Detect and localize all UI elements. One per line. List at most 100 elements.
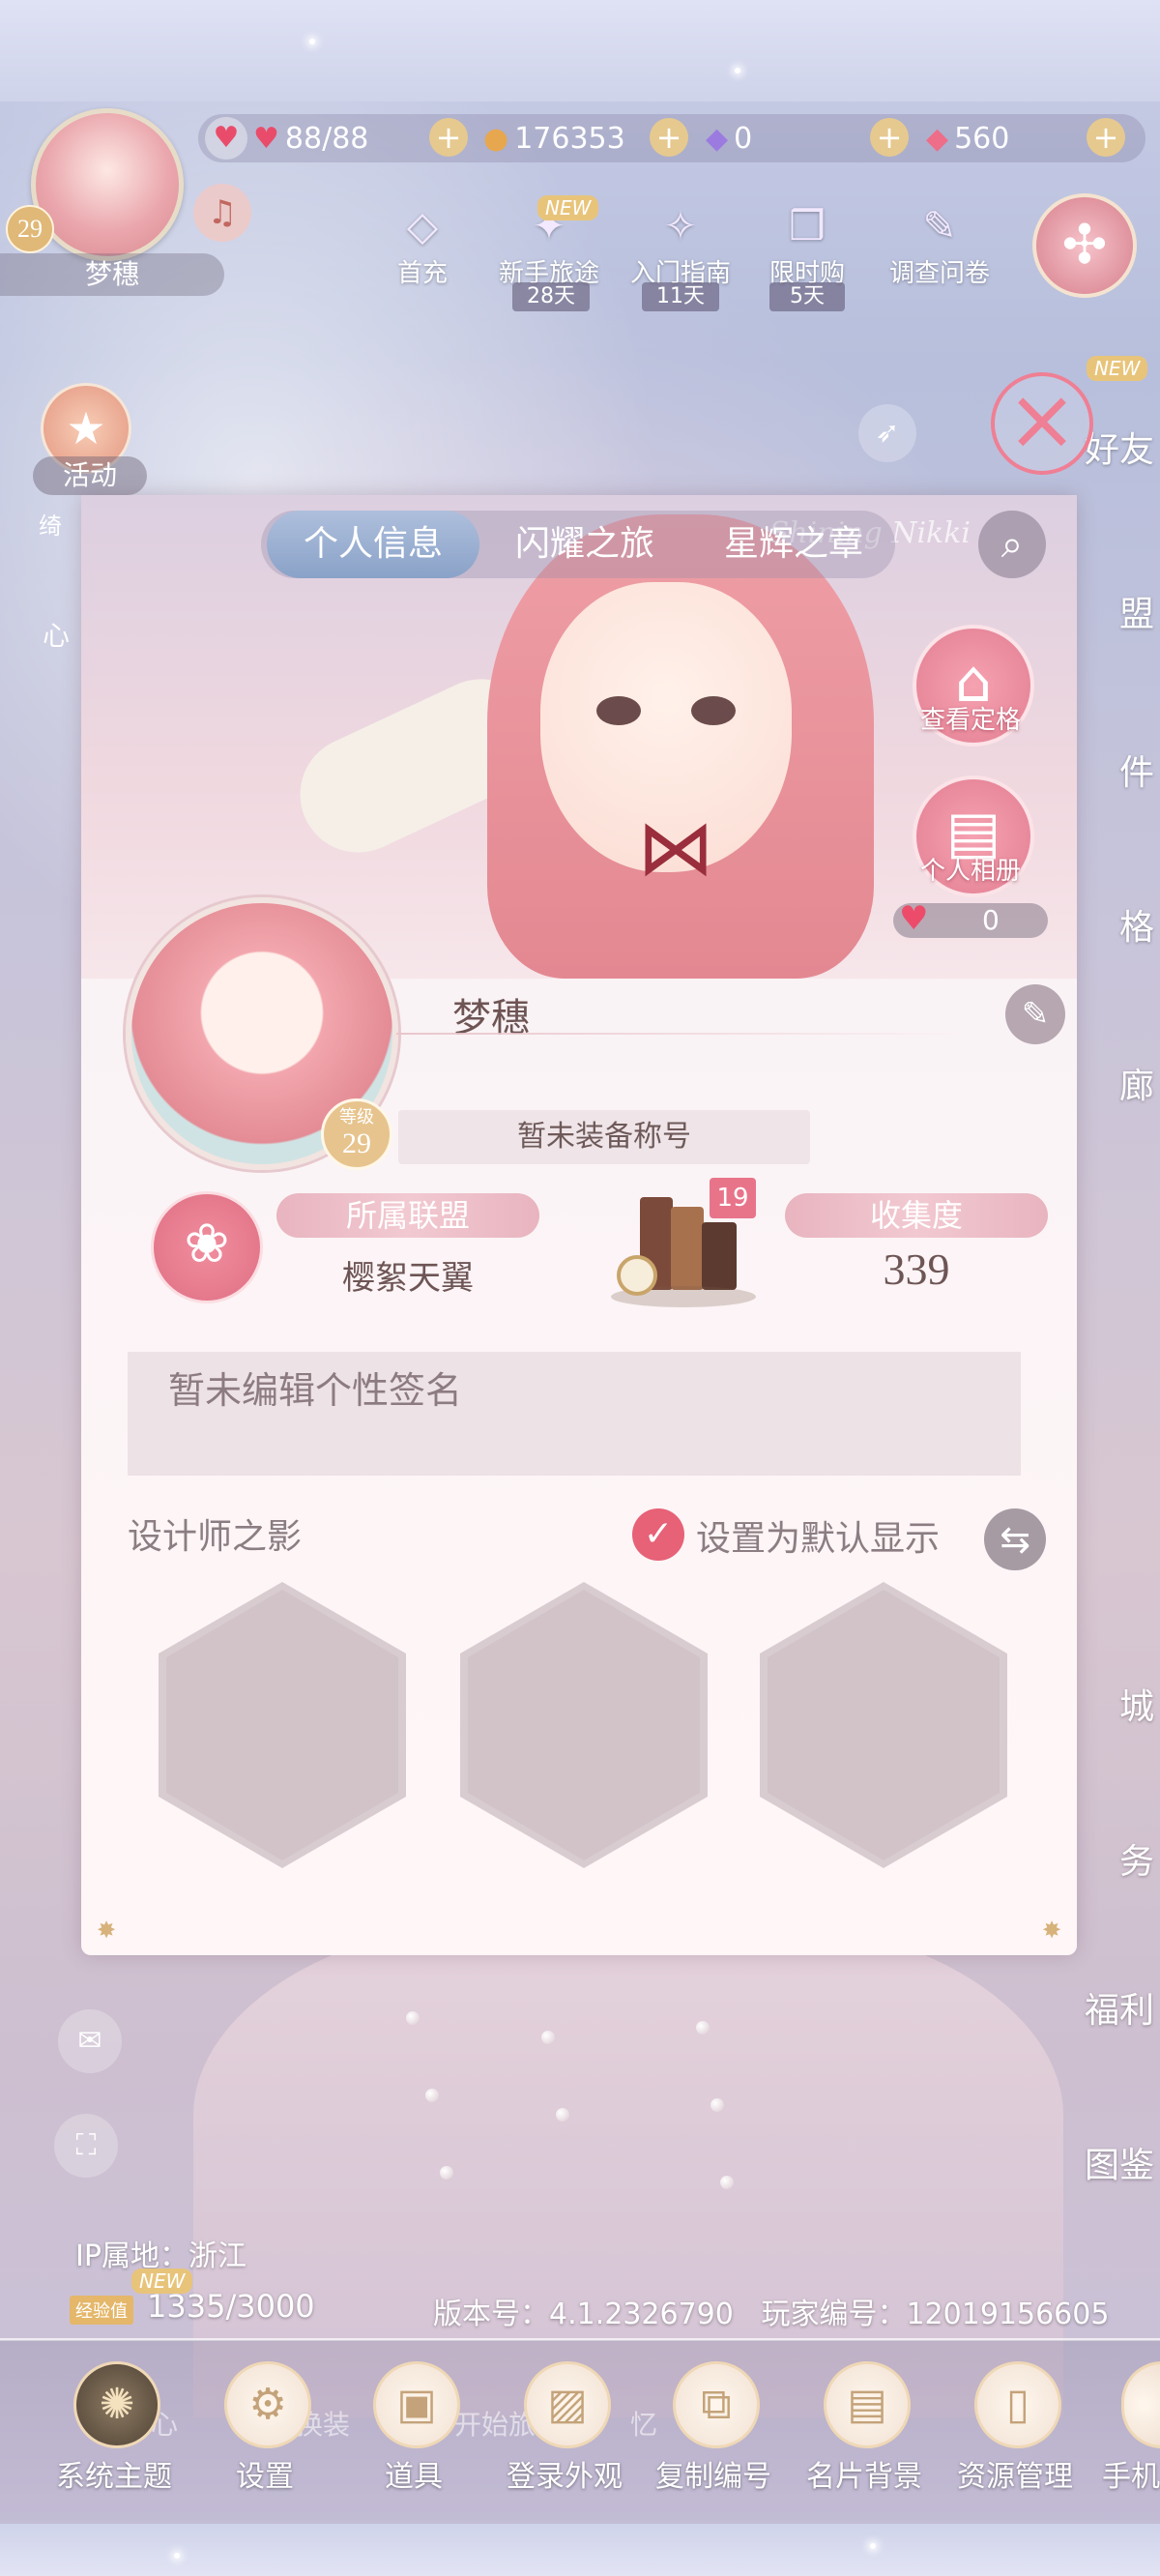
album-label: 个人相册: [919, 857, 1021, 886]
hex-inner: [768, 1590, 1000, 1860]
divider: [396, 1033, 976, 1035]
frame-side-label[interactable]: 格: [1119, 899, 1154, 950]
corner-ornament-icon: ✸: [1042, 1917, 1062, 1944]
heart-icon: ♥: [205, 117, 247, 160]
new-badge: NEW: [1087, 356, 1148, 381]
limited-purchase-days: 5天: [769, 282, 845, 311]
bag-icon[interactable]: ▣: [373, 2361, 460, 2448]
system-theme-label[interactable]: 系统主题: [37, 2452, 191, 2495]
add-gold-button[interactable]: +: [650, 118, 688, 157]
checkbox-checked-icon[interactable]: ✓: [632, 1508, 684, 1561]
gear-icon[interactable]: ⚙: [224, 2361, 311, 2448]
bow-icon: ⋈: [637, 803, 714, 893]
edit-icon[interactable]: ✎: [1005, 984, 1065, 1044]
image-icon[interactable]: ▨: [524, 2361, 611, 2448]
first-recharge-label: 首充: [396, 259, 448, 288]
card-background-label[interactable]: 名片背景: [787, 2452, 942, 2495]
top-band: [0, 0, 1160, 102]
gallery-side-label[interactable]: 廊: [1119, 1058, 1154, 1108]
task-side-label[interactable]: 务: [1119, 1833, 1154, 1884]
bottom-band: [0, 2524, 1160, 2576]
pearl: [425, 2089, 439, 2102]
tab-star-chapter[interactable]: 星辉之章: [692, 511, 895, 578]
survey-button[interactable]: ✎ 调查问卷: [882, 201, 998, 289]
book-count-badge: 19: [710, 1178, 756, 1218]
tab-shining-journey[interactable]: 闪耀之旅: [483, 511, 686, 578]
pearl: [440, 2166, 453, 2180]
pearl: [710, 2098, 724, 2112]
search-icon[interactable]: ⌕: [978, 511, 1046, 578]
friends-label[interactable]: 好友: [1085, 422, 1154, 472]
compass-menu-icon[interactable]: ✣: [1032, 193, 1137, 298]
like-counter[interactable]: ♥ 0: [893, 901, 1048, 938]
sparkle: [870, 2543, 876, 2549]
hex-inner: [166, 1590, 398, 1860]
card-icon[interactable]: ▤: [824, 2361, 911, 2448]
like-value: 0: [982, 904, 1000, 936]
swap-icon[interactable]: ⇆: [984, 1508, 1046, 1570]
city-side-label[interactable]: 城: [1119, 1679, 1154, 1729]
add-diamond-button[interactable]: +: [870, 118, 909, 157]
storage-icon[interactable]: ▯: [974, 2361, 1061, 2448]
player-id: 玩家编号：12019156605: [761, 2298, 1110, 2331]
view-outfit-label: 查看定格: [919, 706, 1021, 735]
phone-label[interactable]: 手机: [1102, 2452, 1160, 2495]
guide-days: 11天: [642, 282, 719, 311]
left-side-label: 绮: [39, 512, 62, 540]
items-label[interactable]: 道具: [336, 2452, 491, 2495]
diamond-gift-icon: ◇: [406, 202, 439, 249]
crystal-value: 560: [954, 121, 1010, 156]
guide-icon: ✧: [663, 202, 698, 249]
fullscreen-icon[interactable]: ⛶: [54, 2114, 118, 2178]
alliance-fan-icon[interactable]: ❀: [151, 1191, 263, 1303]
hearts-icon: ♥: [253, 121, 279, 156]
set-default-label[interactable]: 设置为默认显示: [696, 1510, 940, 1561]
theme-icon[interactable]: ✺: [73, 2361, 160, 2448]
alliance-side-label[interactable]: 盟: [1119, 586, 1154, 636]
novice-journey-days: 28天: [512, 282, 590, 311]
add-crystal-button[interactable]: +: [1087, 118, 1125, 157]
hex-inner: [468, 1590, 700, 1860]
music-note-icon[interactable]: ♫: [193, 184, 251, 242]
exp-tag: 经验值: [70, 2296, 133, 2325]
cat-coin-icon: ●: [483, 121, 509, 156]
tab-personal-info[interactable]: 个人信息: [267, 511, 479, 578]
copy-id-label[interactable]: 复制编号: [636, 2452, 791, 2495]
version-info: 版本号：4.1.2326790 玩家编号：12019156605: [433, 2290, 1109, 2332]
left-side-label: 心: [43, 620, 71, 652]
close-icon[interactable]: ×: [991, 372, 1093, 475]
guide-button[interactable]: ✧ 入门指南: [623, 201, 739, 289]
player-level-badge: 29: [6, 205, 54, 253]
arrow-icon[interactable]: ➶: [858, 404, 916, 462]
collection-value: 339: [883, 1244, 950, 1294]
collection-label: 收集度: [785, 1193, 1048, 1238]
sparkle: [309, 39, 315, 44]
pink-diamond-icon: ◆: [926, 121, 949, 156]
designer-shadow-label: 设计师之影: [128, 1517, 303, 1557]
player-name: 梦穗: [0, 253, 224, 296]
survey-label: 调查问卷: [888, 259, 990, 288]
book: [671, 1207, 704, 1290]
login-appearance-label[interactable]: 登录外观: [487, 2452, 642, 2495]
gold-value: 176353: [514, 121, 625, 156]
settings-label[interactable]: 设置: [188, 2452, 342, 2495]
version-number: 版本号：4.1.2326790: [433, 2298, 734, 2331]
book: [702, 1222, 737, 1290]
first-recharge-button[interactable]: ◇ 首充: [379, 201, 466, 289]
welfare-side-label[interactable]: 福利: [1085, 1982, 1154, 2033]
limited-purchase-button[interactable]: ❒ 限时购: [758, 201, 856, 289]
parts-side-label[interactable]: 件: [1119, 745, 1154, 795]
title-field[interactable]: 暂未装备称号: [398, 1110, 810, 1164]
add-stamina-button[interactable]: +: [429, 118, 468, 157]
copy-icon[interactable]: ⧉: [673, 2361, 760, 2448]
purple-diamond-icon: ◆: [706, 121, 729, 156]
chat-icon[interactable]: ✉: [58, 2009, 122, 2073]
player-avatar[interactable]: [31, 108, 184, 261]
sparkle: [174, 2553, 180, 2559]
resource-management-label[interactable]: 资源管理: [938, 2452, 1092, 2495]
signature-field[interactable]: 暂未编辑个性签名: [128, 1352, 1021, 1476]
pearl: [720, 2176, 734, 2189]
stamina-value: 88/88: [284, 121, 369, 156]
pearl: [541, 2031, 555, 2044]
handbook-side-label[interactable]: 图鉴: [1085, 2137, 1154, 2187]
